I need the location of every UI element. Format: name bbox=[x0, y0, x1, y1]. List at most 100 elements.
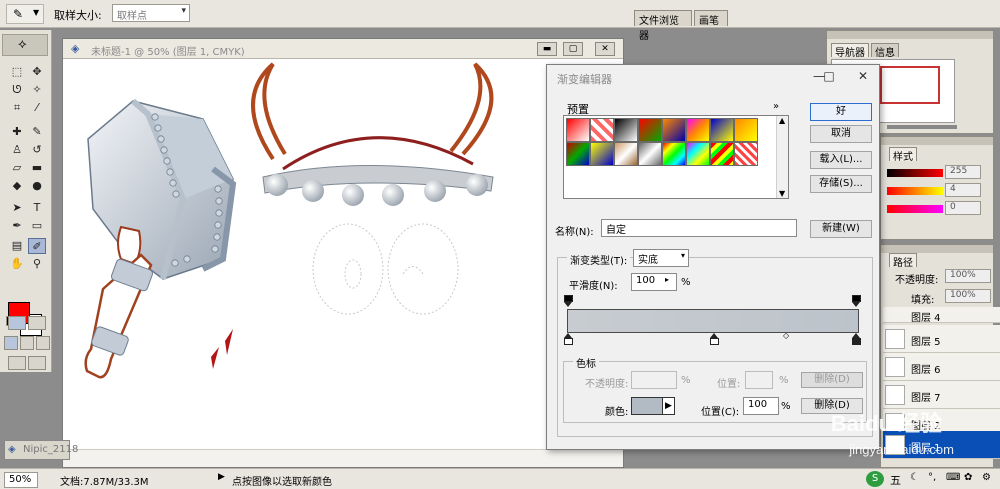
eraser-tool-icon[interactable]: ▱ bbox=[8, 160, 26, 176]
tab-styles[interactable]: 样式 bbox=[889, 147, 917, 163]
toolbox-header[interactable]: ⟡ bbox=[2, 34, 48, 56]
ime-mode[interactable]: 五 bbox=[890, 472, 901, 488]
preset-swatch[interactable] bbox=[710, 142, 734, 166]
preset-swatch[interactable] bbox=[734, 118, 758, 142]
preset-swatch[interactable] bbox=[686, 142, 710, 166]
blue-value[interactable]: 0 bbox=[945, 201, 981, 215]
preset-swatch[interactable] bbox=[686, 118, 710, 142]
status-menu-arrow-icon[interactable]: ▶ bbox=[218, 472, 225, 482]
magic-wand-icon[interactable]: ✧ bbox=[28, 82, 46, 98]
blue-slider[interactable] bbox=[887, 205, 943, 213]
preset-swatch[interactable] bbox=[614, 118, 638, 142]
dock-tab-brushes[interactable]: 画笔 bbox=[694, 10, 728, 27]
cancel-button[interactable]: 取消 bbox=[810, 125, 872, 143]
smoothness-input[interactable]: 100 bbox=[631, 273, 677, 291]
hand-tool-icon[interactable]: ✋ bbox=[8, 256, 26, 272]
gradient-type-select[interactable]: 实底 ▾ bbox=[633, 249, 689, 267]
layer-row[interactable]: 图层 5 bbox=[883, 325, 1000, 353]
midpoint-diamond-icon[interactable]: ◇ bbox=[783, 331, 789, 340]
opacity-stop-left[interactable] bbox=[564, 295, 573, 307]
healing-brush-icon[interactable]: ✚ bbox=[8, 124, 26, 140]
preset-swatch[interactable] bbox=[734, 142, 758, 166]
color-stop-right[interactable] bbox=[852, 333, 861, 345]
moon-icon[interactable]: ☾ bbox=[910, 472, 919, 483]
preset-swatch[interactable] bbox=[662, 118, 686, 142]
color-stop-left[interactable] bbox=[564, 333, 573, 345]
preset-swatch[interactable] bbox=[710, 118, 734, 142]
dodge-tool-icon[interactable]: ● bbox=[28, 178, 46, 194]
presets-scrollbar[interactable]: ▲ ▼ bbox=[776, 116, 788, 198]
preset-swatch[interactable] bbox=[614, 142, 638, 166]
new-button[interactable]: 新建(W) bbox=[810, 220, 872, 238]
path-selection-icon[interactable]: ➤ bbox=[8, 200, 26, 216]
green-value[interactable]: 4 bbox=[945, 183, 981, 197]
notes-tool-icon[interactable]: ▤ bbox=[8, 238, 26, 254]
zoom-input[interactable]: 50% bbox=[4, 472, 38, 488]
punctuation-icon[interactable]: °, bbox=[928, 472, 936, 483]
horizontal-scrollbar[interactable] bbox=[63, 449, 623, 467]
close-button[interactable]: ✕ bbox=[595, 42, 615, 56]
layer-row[interactable]: 图层 7 bbox=[883, 381, 1000, 409]
settings-icon[interactable]: ⚙ bbox=[982, 472, 991, 483]
close-icon[interactable]: ✕ bbox=[853, 69, 873, 83]
imageready-icon[interactable] bbox=[28, 356, 46, 370]
screen-mode-menu-icon[interactable] bbox=[20, 336, 34, 350]
screen-mode-full-icon[interactable] bbox=[36, 336, 50, 350]
color-stop-middle[interactable] bbox=[710, 333, 719, 345]
preset-swatch[interactable] bbox=[662, 142, 686, 166]
marquee-tool-icon[interactable]: ⬚ bbox=[8, 64, 26, 80]
preset-swatch[interactable] bbox=[566, 142, 590, 166]
presets-menu-icon[interactable]: » bbox=[773, 101, 779, 112]
load-button[interactable]: 载入(L)... bbox=[810, 151, 872, 169]
tool-preset-picker[interactable]: ✎ ▼ bbox=[6, 4, 44, 24]
eyedropper-tool-icon[interactable]: ✐ bbox=[28, 238, 46, 254]
type-tool-icon[interactable]: T bbox=[28, 200, 46, 216]
gradient-tool-icon[interactable]: ▬ bbox=[28, 160, 46, 176]
standard-mode-icon[interactable] bbox=[8, 316, 26, 330]
gradient-preview-bar[interactable] bbox=[567, 309, 859, 333]
navigator-zoom-slider[interactable] bbox=[887, 125, 957, 129]
tab-paths[interactable]: 路径 bbox=[889, 253, 917, 269]
history-brush-icon[interactable]: ↺ bbox=[28, 142, 46, 158]
minimize-button[interactable]: ▬ bbox=[537, 42, 557, 56]
maximize-icon[interactable]: □ bbox=[819, 69, 839, 83]
lasso-tool-icon[interactable]: ᘎ bbox=[8, 82, 26, 98]
navigator-view-box[interactable] bbox=[880, 66, 940, 104]
pen-tool-icon[interactable]: ✒ bbox=[8, 218, 26, 234]
blur-tool-icon[interactable]: ◆ bbox=[8, 178, 26, 194]
stop-color-swatch[interactable]: ▶ bbox=[631, 397, 675, 415]
move-tool-icon[interactable]: ✥ bbox=[28, 64, 46, 80]
preset-swatch[interactable] bbox=[566, 118, 590, 142]
name-input[interactable]: 自定 bbox=[601, 219, 797, 237]
stop-location2-input[interactable]: 100 bbox=[743, 397, 779, 415]
jump-to-imageready-icon[interactable] bbox=[8, 356, 26, 370]
stamp-tool-icon[interactable]: ♙ bbox=[8, 142, 26, 158]
ime-logo-icon[interactable]: S bbox=[866, 471, 884, 487]
scroll-down-icon[interactable]: ▼ bbox=[779, 189, 785, 198]
layer-opacity-value[interactable]: 100% bbox=[945, 269, 991, 283]
slice-tool-icon[interactable]: ⁄ bbox=[28, 100, 46, 116]
maximize-button[interactable]: ▢ bbox=[563, 42, 583, 56]
screen-mode-standard-icon[interactable] bbox=[4, 336, 18, 350]
quick-mask-icon[interactable] bbox=[28, 316, 46, 330]
skin-icon[interactable]: ✿ bbox=[964, 472, 972, 483]
sample-size-select[interactable]: 取样点 ▾ bbox=[112, 4, 190, 22]
layer-row[interactable]: 图层 6 bbox=[883, 353, 1000, 381]
green-slider[interactable] bbox=[887, 187, 943, 195]
ok-button[interactable]: 好 bbox=[810, 103, 872, 121]
preset-swatch[interactable] bbox=[590, 118, 614, 142]
color-menu-arrow-icon[interactable]: ▶ bbox=[662, 398, 674, 414]
preset-swatch[interactable] bbox=[638, 142, 662, 166]
opacity-stop-right[interactable] bbox=[852, 295, 861, 307]
canvas-artwork[interactable] bbox=[63, 59, 623, 467]
red-value[interactable]: 255 bbox=[945, 165, 981, 179]
tab-info[interactable]: 信息 bbox=[871, 43, 899, 59]
brush-tool-icon[interactable]: ✎ bbox=[28, 124, 46, 140]
keyboard-icon[interactable]: ⌨ bbox=[946, 472, 960, 483]
crop-tool-icon[interactable]: ⌗ bbox=[8, 100, 26, 116]
dock-tab-file-browser[interactable]: 文件浏览器 bbox=[634, 10, 692, 42]
minimized-document[interactable]: ◈ Nipic_2118 bbox=[4, 440, 78, 460]
tab-navigator[interactable]: 导航器 bbox=[831, 43, 869, 59]
preset-swatch[interactable] bbox=[638, 118, 662, 142]
save-button[interactable]: 存储(S)... bbox=[810, 175, 872, 193]
